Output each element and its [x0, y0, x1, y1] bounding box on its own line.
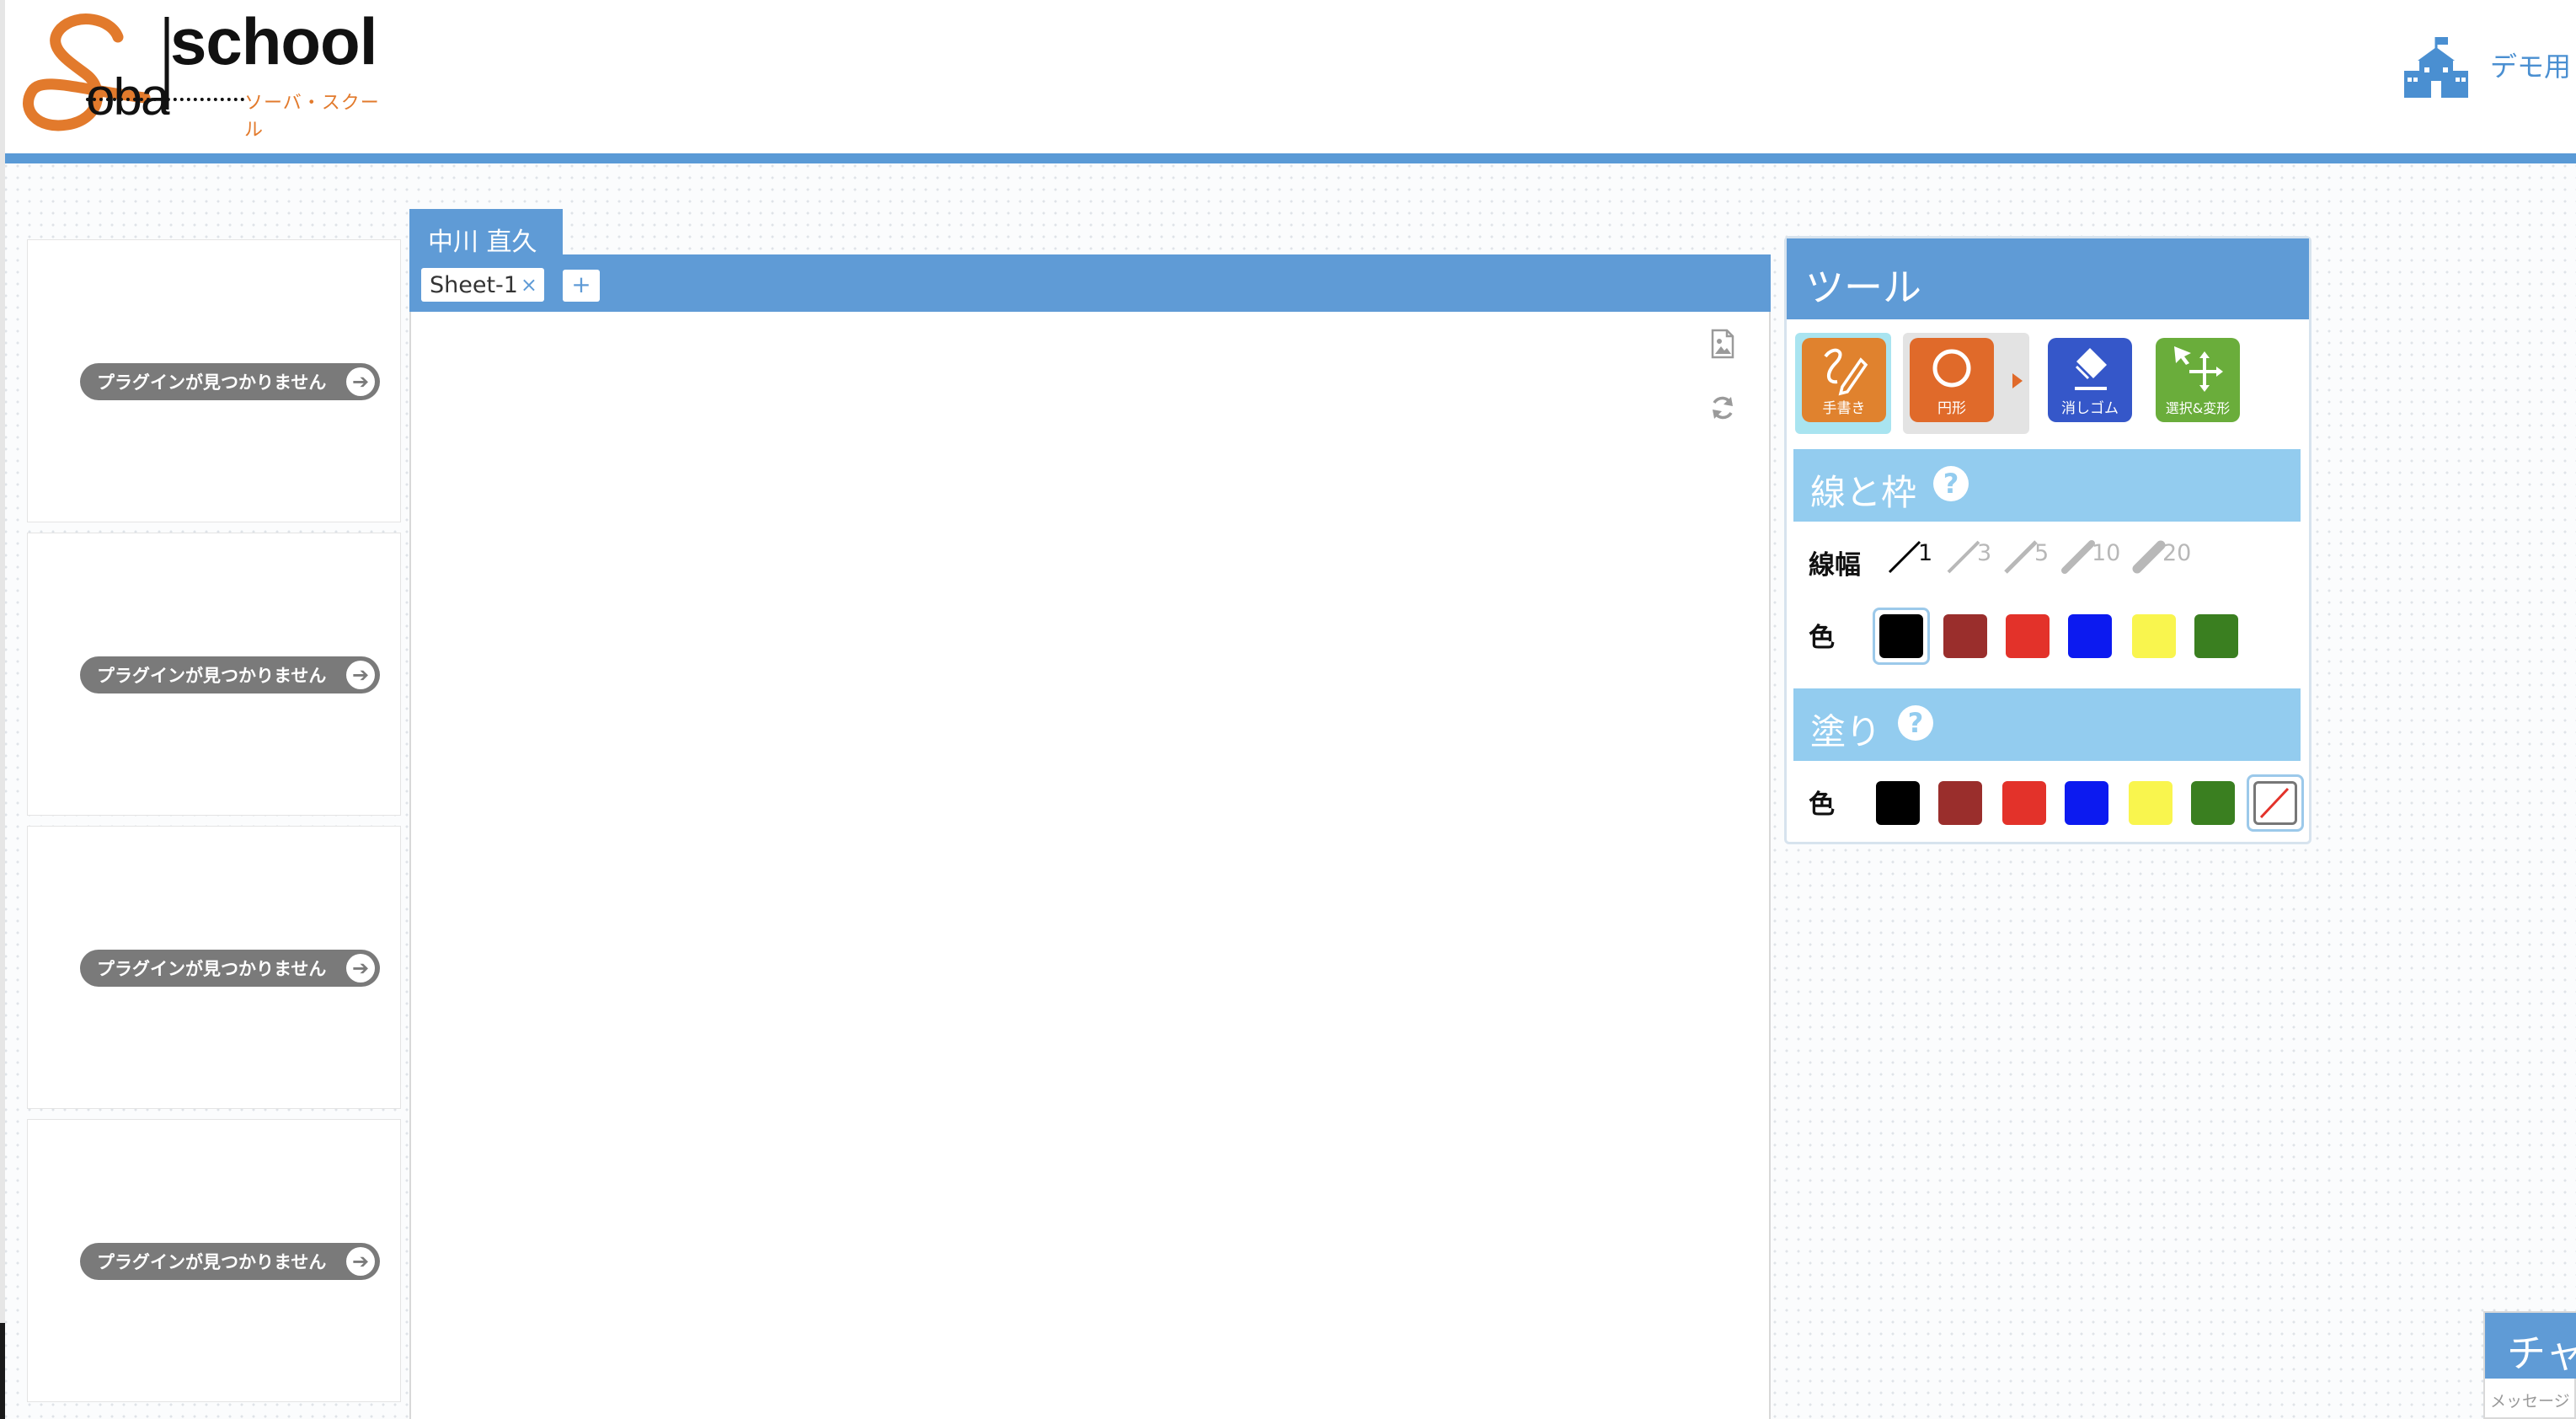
plugin-not-found-button[interactable]: プラグインが見つかりません ➔: [80, 950, 380, 987]
line-section-title: 線と枠: [1810, 472, 1917, 513]
plugin-panel: プラグインが見つかりません ➔: [27, 239, 401, 522]
fill-color-yellow[interactable]: [2129, 781, 2172, 825]
fill-color-black[interactable]: [1876, 781, 1920, 825]
student-tab[interactable]: 中川 直久: [409, 209, 563, 257]
tool-shape: 円形: [1910, 338, 1994, 422]
sheet-tab-label: Sheet-1: [430, 271, 518, 298]
line-width-value: 1: [1918, 540, 1933, 566]
plugin-not-found-button[interactable]: プラグインが見つかりません ➔: [80, 363, 380, 400]
arrow-right-icon: ➔: [346, 954, 375, 983]
fill-color-green[interactable]: [2191, 781, 2235, 825]
chat-title[interactable]: チャ: [2485, 1313, 2576, 1379]
line-color-black[interactable]: [1879, 614, 1923, 658]
line-color-label: 色: [1809, 623, 1835, 653]
pen-icon: [1824, 348, 1868, 396]
fill-section-title: 塗り: [1810, 711, 1882, 752]
line-color-blue[interactable]: [2068, 614, 2112, 658]
plugin-not-found-button[interactable]: プラグインが見つかりません ➔: [80, 656, 380, 693]
plugin-label: プラグインが見つかりません: [97, 372, 327, 393]
school-icon[interactable]: [2402, 35, 2470, 99]
tool-eraser-button[interactable]: 消しゴム: [2041, 333, 2137, 434]
line-width-value: 5: [2034, 540, 2050, 566]
tool-label: 円形: [1937, 400, 1966, 417]
tool-label: 消しゴム: [2061, 400, 2119, 417]
logo-subtitle: ソーバ・スクール: [244, 93, 380, 141]
tool-panel: ツール 手書き 円形 消しゴム 選択&変形 線と枠 ? 線幅 1 3 5 10 …: [1784, 236, 2311, 844]
logo[interactable]: school oba ソーバ・スクール: [19, 4, 389, 141]
sheet-tab[interactable]: Sheet-1 ×: [421, 268, 544, 302]
plugin-not-found-button[interactable]: プラグインが見つかりません ➔: [80, 1243, 380, 1280]
line-color-red[interactable]: [2006, 614, 2050, 658]
fill-color-blue[interactable]: [2065, 781, 2108, 825]
help-icon[interactable]: ?: [1933, 466, 1969, 501]
no-fill-icon: [2259, 787, 2290, 819]
line-width-3[interactable]: 3: [1945, 535, 2001, 577]
header: [5, 0, 2576, 153]
plugin-label: プラグインが見つかりません: [97, 959, 327, 979]
window-edge-dark: [0, 1323, 5, 1419]
eraser-icon: [2075, 348, 2107, 390]
window-edge: [0, 0, 5, 1419]
line-width-value: 10: [2092, 540, 2121, 566]
plugin-panel: プラグインが見つかりません ➔: [27, 533, 401, 816]
chat-panel[interactable]: チャ メッセージ: [2483, 1311, 2576, 1419]
fill-color-label: 色: [1809, 790, 1835, 820]
refresh-icon[interactable]: [1708, 393, 1737, 423]
chat-message-input[interactable]: メッセージ: [2490, 1389, 2576, 1411]
close-icon[interactable]: ×: [521, 273, 537, 297]
line-width-value: 3: [1977, 540, 1992, 566]
fill-color-red[interactable]: [2002, 781, 2046, 825]
sheet-bar: Sheet-1 × +: [409, 254, 1771, 312]
plugin-panel: プラグインが見つかりません ➔: [27, 826, 401, 1109]
tool-shape-button[interactable]: 円形: [1903, 333, 2029, 434]
line-width-5[interactable]: 5: [2002, 535, 2058, 577]
add-sheet-button[interactable]: +: [563, 270, 600, 302]
tool-label: 選択&変形: [2165, 400, 2231, 416]
image-export-icon[interactable]: [1708, 329, 1737, 359]
line-width-value: 20: [2162, 540, 2192, 566]
arrow-right-icon: ➔: [346, 367, 375, 396]
fill-color-none[interactable]: [2253, 781, 2297, 825]
tool-select: 選択&変形: [2156, 338, 2240, 422]
line-width-10[interactable]: 10: [2060, 535, 2127, 577]
tool-label: 手書き: [1822, 400, 1866, 417]
line-width-label: 線幅: [1809, 550, 1861, 581]
tool-panel-title: ツール: [1787, 238, 2309, 319]
plugin-label: プラグインが見つかりません: [97, 1252, 327, 1272]
line-color-green[interactable]: [2194, 614, 2238, 658]
tool-freehand: 手書き: [1802, 338, 1886, 422]
line-color-yellow[interactable]: [2132, 614, 2176, 658]
fill-color-brown[interactable]: [1938, 781, 1982, 825]
drawing-canvas[interactable]: [409, 312, 1771, 1419]
arrow-right-icon: ➔: [346, 1247, 375, 1276]
circle-icon: [1932, 349, 1971, 388]
line-section-header: 線と枠 ?: [1793, 449, 2301, 522]
help-icon[interactable]: ?: [1898, 705, 1934, 741]
plugin-label: プラグインが見つかりません: [97, 666, 327, 686]
line-color-brown[interactable]: [1943, 614, 1987, 658]
line-width-1[interactable]: 1: [1886, 535, 1942, 577]
tool-eraser: 消しゴム: [2048, 338, 2132, 422]
line-width-20[interactable]: 20: [2130, 535, 2198, 577]
tool-select-button[interactable]: 選択&変形: [2149, 333, 2245, 434]
user-label[interactable]: デモ用: [2490, 46, 2571, 84]
fill-section-header: 塗り ?: [1793, 688, 2301, 761]
header-accent-bar: [5, 153, 2576, 163]
caret-right-icon[interactable]: [2011, 372, 2024, 390]
logo-underline: [86, 98, 244, 101]
logo-text: school: [170, 4, 377, 78]
arrow-right-icon: ➔: [346, 661, 375, 689]
tool-freehand-button[interactable]: 手書き: [1795, 333, 1891, 434]
plugin-panel: プラグインが見つかりません ➔: [27, 1119, 401, 1402]
move-icon: [2174, 346, 2223, 392]
